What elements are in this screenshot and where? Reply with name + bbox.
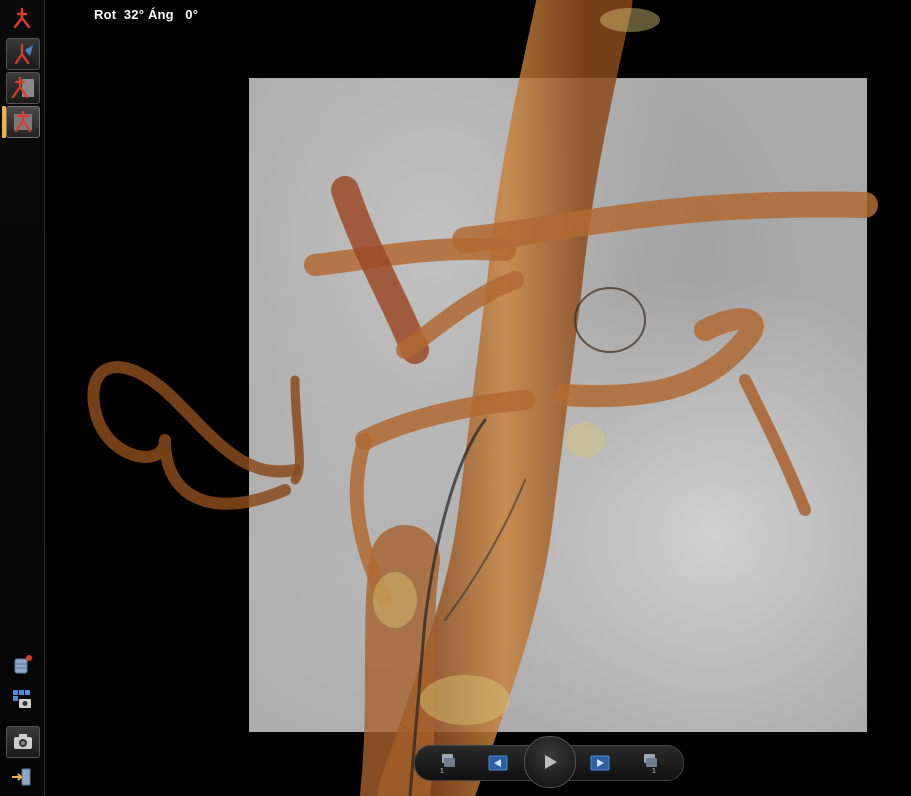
- database-alert-button[interactable]: [6, 650, 38, 680]
- step-back-icon: [488, 755, 508, 771]
- database-alert-icon: [10, 653, 34, 677]
- grid-capture-button[interactable]: [6, 684, 38, 714]
- play-button[interactable]: [524, 736, 576, 788]
- grid-capture-icon: [10, 687, 34, 711]
- first-frame-label: 1: [440, 768, 444, 774]
- first-frame-button[interactable]: 1: [437, 752, 459, 774]
- camera-icon: [12, 732, 34, 752]
- vessel-tree-fluoro-button[interactable]: [6, 106, 40, 138]
- rotation-angle-status: Rot 32° Áng 0°: [94, 7, 198, 22]
- vessel-tree-overlay-icon: [10, 76, 36, 100]
- vessel-tree-overlay-button[interactable]: [6, 72, 40, 104]
- vessel-3d-overlay: [45, 0, 911, 796]
- step-forward-icon: [590, 755, 610, 771]
- last-frame-icon: 1: [640, 752, 660, 774]
- vessel-tree-icon: [10, 7, 34, 31]
- left-toolbar: [0, 0, 45, 796]
- vessel-tree-navigation-button[interactable]: [6, 38, 40, 70]
- playback-bar: 1 1: [414, 745, 684, 781]
- vessel-tree-navigation-icon: [11, 42, 35, 66]
- last-frame-button[interactable]: 1: [639, 752, 661, 774]
- first-frame-icon: 1: [438, 752, 458, 774]
- step-back-button[interactable]: [487, 752, 509, 774]
- export-icon: [10, 765, 34, 789]
- export-button[interactable]: [6, 762, 38, 792]
- image-viewport[interactable]: Rot 32° Áng 0°: [45, 0, 911, 796]
- vessel-tree-fluoro-icon: [10, 110, 36, 134]
- last-frame-label: 1: [652, 768, 656, 774]
- step-forward-button[interactable]: [589, 752, 611, 774]
- play-icon: [540, 752, 560, 772]
- camera-button[interactable]: [6, 726, 40, 758]
- vessel-tree-button[interactable]: [6, 4, 38, 34]
